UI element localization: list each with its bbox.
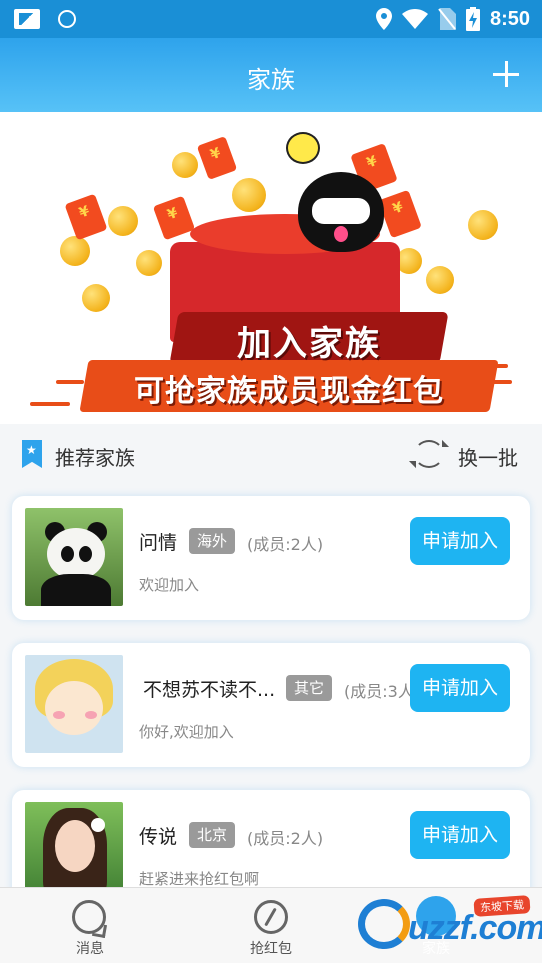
no-sim-icon <box>438 8 456 30</box>
family-avatar <box>25 802 123 900</box>
shield-icon <box>58 10 76 28</box>
region-tag: 北京 <box>189 822 236 848</box>
family-card[interactable]: 问情 海外 (成员:2人) 欢迎加入 申请加入 <box>12 496 530 620</box>
family-avatar <box>25 655 123 753</box>
region-tag: 海外 <box>189 528 236 554</box>
join-button[interactable]: 申请加入 <box>410 664 510 712</box>
wifi-icon <box>401 9 428 29</box>
region-tag: 其它 <box>286 675 333 701</box>
page-title: 家族 <box>247 66 295 94</box>
app-notification-icon <box>14 9 40 29</box>
member-count: (成员:2人) <box>247 829 324 848</box>
nav-label: 抢红包 <box>250 941 292 957</box>
watermark-logo <box>358 899 410 949</box>
family-name: 问情 <box>139 532 178 554</box>
status-bar: 8:50 <box>0 0 542 38</box>
red-envelope-decoration <box>196 135 238 181</box>
banner-subheadline: 可抢家族成员现金红包 <box>134 374 444 409</box>
promo-banner[interactable]: 加入家族 可抢家族成员现金红包 <box>0 112 542 424</box>
site-watermark: uzzf.com 东坡下载 <box>356 893 542 955</box>
member-count: (成员:3人) <box>344 682 421 701</box>
member-count: (成员:2人) <box>247 535 324 554</box>
nav-item-grab-red-packet[interactable]: 抢红包 <box>211 888 331 963</box>
family-card[interactable]: 不想苏不读不... 其它 (成员:3人) 你好,欢迎加入 申请加入 <box>12 643 530 767</box>
coin-decoration <box>108 206 138 236</box>
coin-decoration <box>426 266 454 294</box>
red-envelope-decoration <box>64 193 108 241</box>
family-avatar <box>25 508 123 606</box>
coin-decoration <box>82 284 110 312</box>
refresh-button[interactable]: 换一批 <box>458 442 518 471</box>
family-description: 赶紧进来抢红包啊 <box>139 870 260 888</box>
mascot-character <box>298 172 384 252</box>
section-title: 推荐家族 <box>55 446 135 470</box>
coin-decoration <box>232 178 266 212</box>
banner-headline: 加入家族 <box>237 324 381 364</box>
coin-decoration <box>468 210 498 240</box>
join-button[interactable]: 申请加入 <box>410 811 510 859</box>
app-screen: 8:50 家族 加入家族 <box>0 0 542 963</box>
family-description: 你好,欢迎加入 <box>139 723 234 741</box>
chat-icon <box>72 900 106 934</box>
compass-icon <box>254 900 288 934</box>
watermark-text: uzzf.com <box>408 909 542 947</box>
chick-mascot <box>286 132 320 164</box>
location-icon <box>375 8 392 30</box>
plus-icon[interactable] <box>490 58 522 90</box>
battery-charging-icon <box>465 7 480 31</box>
family-name: 不想苏不读不... <box>143 679 276 701</box>
coin-decoration <box>60 236 90 266</box>
refresh-icon[interactable] <box>414 440 444 468</box>
bookmark-star-icon <box>22 440 42 468</box>
recommended-section-header: 推荐家族 换一批 <box>0 424 542 484</box>
coin-decoration <box>172 152 198 178</box>
join-button[interactable]: 申请加入 <box>410 517 510 565</box>
nav-label: 消息 <box>76 941 104 957</box>
red-envelope-decoration <box>378 189 422 239</box>
family-name: 传说 <box>139 826 178 848</box>
red-envelope-decoration <box>152 195 196 241</box>
app-header: 家族 <box>0 38 542 112</box>
coin-decoration <box>136 250 162 276</box>
nav-item-messages[interactable]: 消息 <box>30 888 150 963</box>
status-time: 8:50 <box>489 7 530 30</box>
family-description: 欢迎加入 <box>139 576 200 594</box>
banner-ribbon: 加入家族 可抢家族成员现金红包 <box>44 312 502 412</box>
